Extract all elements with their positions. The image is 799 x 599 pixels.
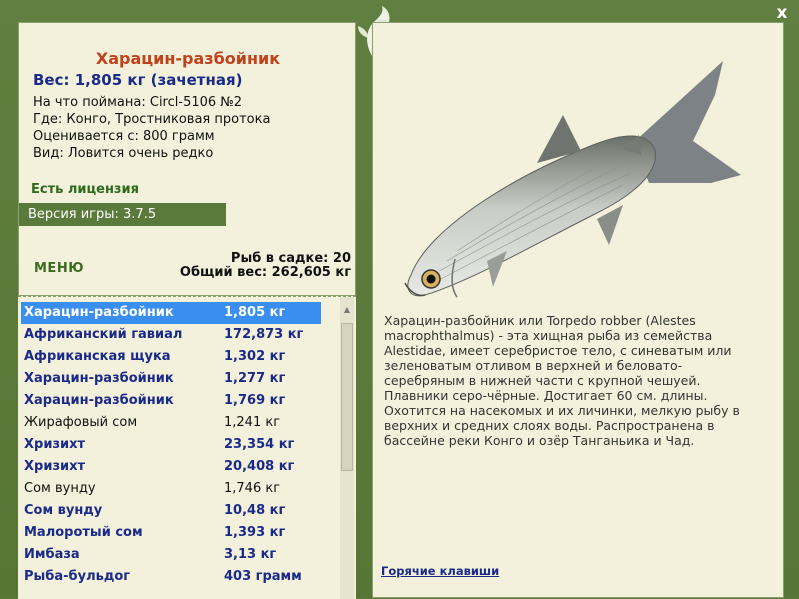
fish-list-item[interactable]: Харацин-разбойник 1,277 кг: [21, 368, 321, 390]
hotkeys-link[interactable]: Горячие клавиши: [381, 564, 499, 578]
rarity: Вид: Ловится очень редко: [33, 146, 214, 161]
fish-list-item[interactable]: Рыба-бульдог 403 грамм: [21, 566, 321, 588]
fish-list-item[interactable]: Харацин-разбойник 1,805 кг: [21, 302, 321, 324]
fish-weight: Вес: 1,805 кг (зачетная): [33, 71, 243, 89]
fish-list-item[interactable]: Харацин-разбойник 1,769 кг: [21, 390, 321, 412]
scrollbar-thumb[interactable]: [341, 323, 353, 471]
fish-list-item[interactable]: Африканский гавиал 172,873 кг: [21, 324, 321, 346]
keepnet-stats: Рыб в садке: 20 Общий вес: 262,605 кг: [180, 252, 351, 280]
caught-with: На что поймана: Circl-5106 №2: [33, 95, 243, 110]
fish-count: Рыб в садке: 20: [230, 251, 351, 266]
fish-description: Харацин-разбойник или Torpedo robber (Al…: [384, 313, 740, 448]
total-weight: Общий вес: 262,605 кг: [179, 265, 351, 280]
fish-list-item[interactable]: Сом вунду 10,48 кг: [21, 500, 321, 522]
catch-info-panel: Харацин-разбойник Вес: 1,805 кг (зачетна…: [18, 22, 356, 296]
fish-list-item[interactable]: Имбаза 3,13 кг: [21, 544, 321, 566]
game-version: Версия игры: 3.7.5: [19, 203, 226, 226]
menu-button[interactable]: МЕНЮ: [34, 261, 84, 276]
fish-list: Харацин-разбойник 1,805 кг Африканский га…: [18, 296, 356, 599]
license-status: Есть лицензия: [31, 182, 139, 197]
fish-list-item[interactable]: Африканская щука 1,302 кг: [21, 346, 321, 368]
catch-location: Где: Конго, Тростниковая протока: [33, 112, 271, 127]
close-button[interactable]: x: [773, 4, 791, 22]
fish-image: [404, 61, 741, 298]
fish-list-item[interactable]: Малоротый сом 1,393 кг: [21, 522, 321, 544]
fish-title: Харацин-разбойник: [95, 49, 281, 68]
valued-from: Оценивается с: 800 грамм: [33, 129, 215, 144]
fish-list-item[interactable]: Сом вунду 1,746 кг: [21, 478, 321, 500]
list-scrollbar[interactable]: ▲: [340, 297, 354, 599]
fish-list-item[interactable]: Хризихт 20,408 кг: [21, 456, 321, 478]
fish-list-item[interactable]: Жирафовый сом 1,241 кг: [21, 412, 321, 434]
fish-detail-panel: Харацин-разбойник или Torpedo robber (Al…: [372, 22, 784, 598]
game-window: x Харацин-разбойник Вес: 1,805 кг (зачет…: [0, 0, 799, 599]
fish-list-item[interactable]: Хризихт 23,354 кг: [21, 434, 321, 456]
scroll-up-icon[interactable]: ▲: [340, 305, 354, 314]
